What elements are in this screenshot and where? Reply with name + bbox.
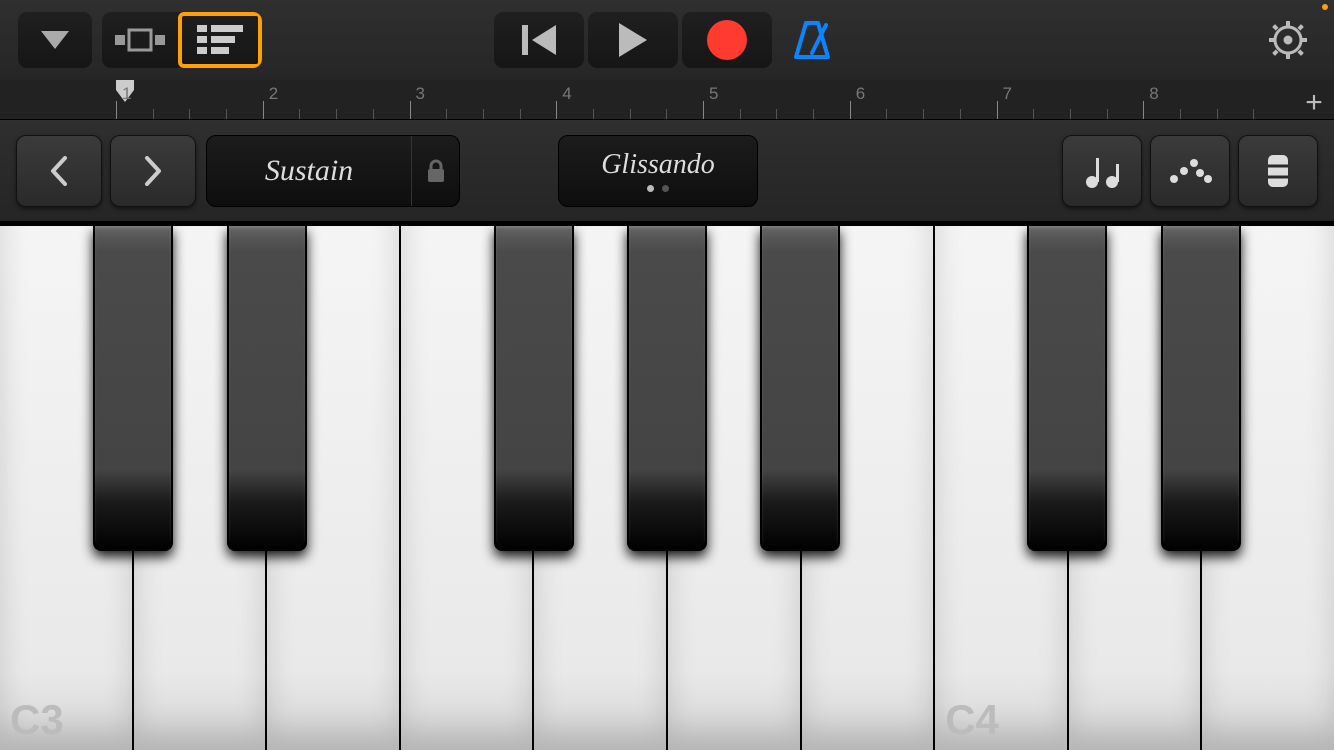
keyboard-options <box>1062 135 1318 207</box>
scale-button[interactable] <box>1150 135 1230 207</box>
piano-keyboard: C3 C4 <box>0 222 1334 750</box>
chevron-down-icon <box>41 31 69 49</box>
glissando-label: Glissando <box>601 149 715 181</box>
key-label: C4 <box>945 696 999 744</box>
keyboard-layout-icon <box>1266 153 1290 189</box>
status-dot-icon <box>1322 4 1328 10</box>
instrument-controls: Sustain Glissando <box>0 120 1334 222</box>
glissando-mode-button[interactable]: Glissando <box>558 135 758 207</box>
metronome-icon <box>792 19 832 61</box>
lock-icon <box>426 159 446 183</box>
app-root: 1 2 3 4 5 6 7 8 + Sustain Glissando <box>0 0 1334 750</box>
ruler-bar-number: 7 <box>1003 84 1012 104</box>
black-keys <box>0 226 1334 551</box>
sustain-lock-button[interactable] <box>411 136 459 206</box>
single-track-view-button[interactable] <box>102 12 178 68</box>
transport-controls <box>494 12 840 68</box>
metronome-button[interactable] <box>784 12 840 68</box>
page-dot-icon <box>662 185 669 192</box>
tracks-view-button[interactable] <box>178 12 262 68</box>
ruler-bar-number: 8 <box>1149 84 1158 104</box>
octave-nav <box>16 135 196 207</box>
toolbar-right <box>1260 12 1316 68</box>
notes-icon <box>1082 154 1122 188</box>
black-key[interactable] <box>93 226 173 551</box>
sustain-toggle[interactable]: Sustain <box>206 135 460 207</box>
ruler-bar-number: 2 <box>269 84 278 104</box>
timeline-ruler[interactable]: 1 2 3 4 5 6 7 8 + <box>0 80 1334 120</box>
chevron-left-icon <box>49 156 69 186</box>
sustain-label: Sustain <box>207 154 411 188</box>
black-key[interactable] <box>494 226 574 551</box>
scale-dots-icon <box>1168 159 1212 183</box>
key-label: C3 <box>10 696 64 744</box>
ruler-bar-number: 4 <box>562 84 571 104</box>
top-toolbar <box>0 0 1334 80</box>
view-switcher <box>102 12 262 68</box>
chevron-right-icon <box>143 156 163 186</box>
black-key[interactable] <box>627 226 707 551</box>
record-icon <box>707 20 747 60</box>
octave-down-button[interactable] <box>16 135 102 207</box>
record-button[interactable] <box>682 12 772 68</box>
add-track-button[interactable]: + <box>1300 86 1328 120</box>
skip-back-icon <box>522 25 556 55</box>
keyboard-layout-button[interactable] <box>1238 135 1318 207</box>
black-key[interactable] <box>760 226 840 551</box>
tracks-icon <box>197 25 243 55</box>
settings-button[interactable] <box>1260 12 1316 68</box>
sound-browser-button[interactable] <box>18 12 92 68</box>
ruler-bar-number: 5 <box>709 84 718 104</box>
play-icon <box>619 23 647 57</box>
black-key[interactable] <box>1027 226 1107 551</box>
ruler-bar-number: 3 <box>416 84 425 104</box>
black-key[interactable] <box>1161 226 1241 551</box>
glissando-page-dots <box>647 185 669 192</box>
play-button[interactable] <box>588 12 678 68</box>
octave-up-button[interactable] <box>110 135 196 207</box>
go-to-start-button[interactable] <box>494 12 584 68</box>
black-key[interactable] <box>227 226 307 551</box>
ruler-bar-number: 1 <box>122 84 131 104</box>
gear-icon <box>1268 20 1308 60</box>
ruler-bar-number: 6 <box>856 84 865 104</box>
single-track-icon <box>115 27 165 53</box>
note-value-button[interactable] <box>1062 135 1142 207</box>
page-dot-icon <box>647 185 654 192</box>
